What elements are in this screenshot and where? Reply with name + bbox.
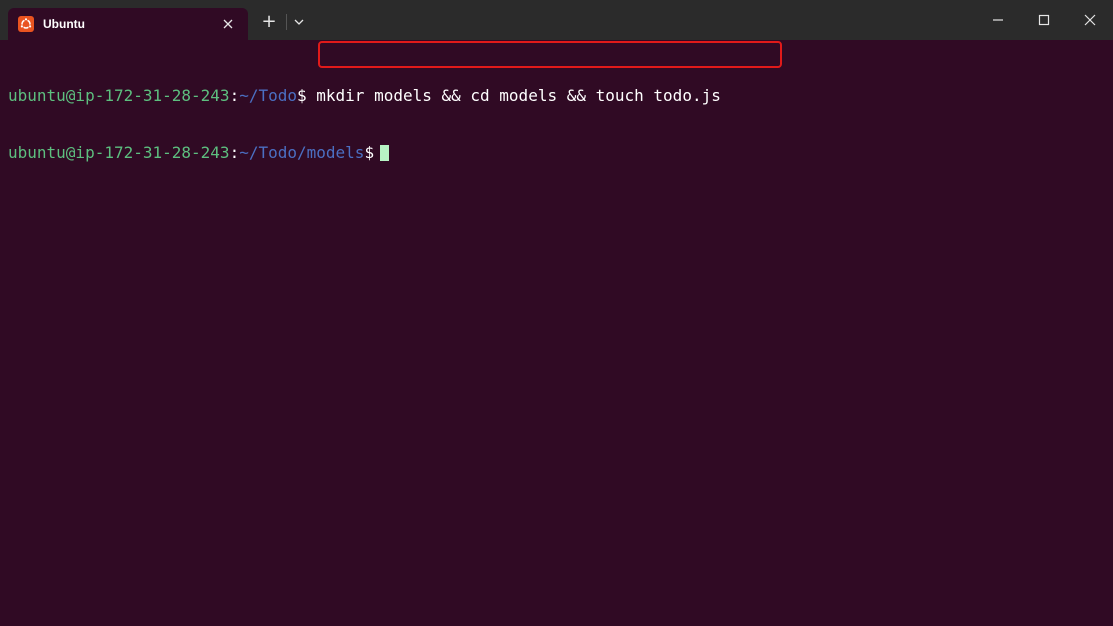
prompt-symbol: $ [364,143,375,162]
command-text: mkdir models && cd models && touch todo.… [316,86,721,105]
prompt-colon: : [229,86,240,105]
terminal-window: Ubuntu + ubuntu@ip-172-31-28-243:~/Todo$… [0,0,1113,626]
prompt-user-host: ubuntu@ip-172-31-28-243 [8,143,230,162]
prompt-path: ~/Todo [239,86,297,105]
prompt-path: ~/Todo/models [239,143,365,162]
terminal-line: ubuntu@ip-172-31-28-243:~/Todo$ mkdir mo… [8,86,1105,105]
maximize-icon[interactable] [1032,8,1056,32]
close-icon[interactable] [220,16,236,32]
chevron-down-icon[interactable] [290,12,308,32]
minimize-icon[interactable] [986,8,1010,32]
ubuntu-logo-icon [18,16,34,32]
prompt-symbol: $ [297,86,317,105]
new-tab-button[interactable]: + [259,12,279,32]
tab-title: Ubuntu [43,17,85,31]
tab-separator [286,14,287,30]
title-bar: Ubuntu + [0,0,1113,40]
tab-ubuntu[interactable]: Ubuntu [8,8,248,40]
text-cursor [380,145,390,161]
prompt-user-host: ubuntu@ip-172-31-28-243 [8,86,230,105]
close-window-icon[interactable] [1078,8,1102,32]
prompt-colon: : [229,143,240,162]
terminal-line: ubuntu@ip-172-31-28-243:~/Todo/models$ [8,143,1105,162]
terminal-output[interactable]: ubuntu@ip-172-31-28-243:~/Todo$ mkdir mo… [8,48,1105,618]
